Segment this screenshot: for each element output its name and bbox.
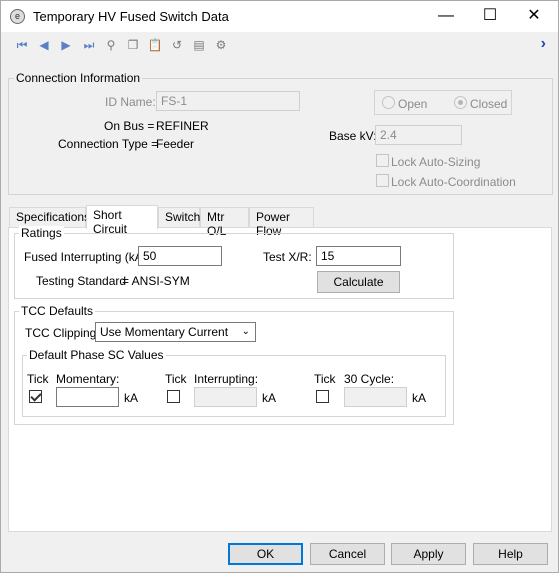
momentary-unit: kA <box>124 391 139 405</box>
id-name-field[interactable]: FS-1 <box>156 91 300 111</box>
closed-radio[interactable] <box>454 96 467 109</box>
base-kv-label: Base kV: <box>329 129 377 143</box>
tcc-clipping-label: TCC Clipping: <box>25 326 100 340</box>
tab-mtr-ol[interactable]: Mtr O/L <box>200 207 249 238</box>
test-xr-label: Test X/R: <box>263 250 312 264</box>
id-name-label: ID Name: <box>105 95 156 109</box>
tcc-defaults-legend: TCC Defaults <box>19 304 96 318</box>
tab-short-circuit[interactable]: Short Circuit <box>86 205 158 236</box>
apply-button[interactable]: Apply <box>391 543 466 565</box>
lock-auto-coordination-label: Lock Auto-Coordination <box>391 175 516 189</box>
ok-button[interactable]: OK <box>228 543 303 565</box>
tab-switch[interactable]: Switch <box>158 207 200 227</box>
test-xr-field[interactable]: 15 <box>316 246 401 266</box>
momentary-tick-checkbox[interactable] <box>29 390 42 403</box>
tab-power-flow[interactable]: Power Flow <box>249 207 314 238</box>
open-radio[interactable] <box>382 96 395 109</box>
tick-momentary-label: Tick <box>27 372 49 386</box>
cycle30-tick-checkbox[interactable] <box>316 390 329 403</box>
momentary-field[interactable] <box>56 387 119 407</box>
connection-info-legend: Connection Information <box>14 71 143 85</box>
cancel-button[interactable]: Cancel <box>310 543 385 565</box>
tcc-clipping-value: Use Momentary Current <box>100 325 229 339</box>
interrupting-unit: kA <box>262 391 277 405</box>
minimize-button[interactable]: — <box>424 1 468 32</box>
testing-standard-label: Testing Standard <box>36 274 127 288</box>
connection-type-value: Feeder <box>156 137 195 151</box>
save-library-icon[interactable]: ▤ <box>190 36 208 54</box>
default-phase-sc-legend: Default Phase SC Values <box>27 348 166 362</box>
toolbar: ⏮ ◀ ▶ ⏭ ⚲ ❐ 📋 ↺ ▤ ⚙ › <box>1 32 558 58</box>
tick-interrupting-label: Tick <box>165 372 187 386</box>
last-record-icon[interactable]: ⏭ <box>80 36 98 54</box>
next-record-icon[interactable]: ▶ <box>57 36 75 54</box>
cycle30-unit: kA <box>412 391 427 405</box>
fused-interrupting-label: Fused Interrupting (kA): <box>24 250 151 264</box>
interrupting-tick-checkbox[interactable] <box>167 390 180 403</box>
window-title: Temporary HV Fused Switch Data <box>33 9 229 24</box>
testing-standard-value: = ANSI-SYM <box>122 274 190 288</box>
on-bus-label: On Bus = <box>104 119 155 133</box>
lock-auto-sizing-label: Lock Auto-Sizing <box>391 155 481 169</box>
copy-icon[interactable]: ❐ <box>124 36 142 54</box>
next-page-icon[interactable]: › <box>541 35 546 53</box>
lock-auto-sizing-checkbox[interactable] <box>376 154 389 167</box>
cycle30-label: 30 Cycle: <box>344 372 395 386</box>
base-kv-field[interactable]: 2.4 <box>375 125 462 145</box>
settings-icon[interactable]: ⚙ <box>212 36 230 54</box>
lock-auto-coordination-checkbox[interactable] <box>376 174 389 187</box>
momentary-label: Momentary: <box>56 372 120 386</box>
default-phase-sc-group <box>22 355 446 417</box>
dialog-window: e Temporary HV Fused Switch Data — ☐ ✕ ⏮… <box>0 0 559 573</box>
app-icon: e <box>10 9 25 24</box>
first-record-icon[interactable]: ⏮ <box>13 36 31 54</box>
interrupting-field[interactable] <box>194 387 257 407</box>
calculate-button[interactable]: Calculate <box>317 271 400 293</box>
fused-interrupting-field[interactable]: 50 <box>138 246 222 266</box>
on-bus-value: REFINER <box>156 119 209 133</box>
close-button[interactable]: ✕ <box>512 1 556 32</box>
help-button[interactable]: Help <box>473 543 548 565</box>
previous-record-icon[interactable]: ◀ <box>35 36 53 54</box>
paste-icon[interactable]: 📋 <box>146 36 164 54</box>
cycle30-field[interactable] <box>344 387 407 407</box>
interrupting-label: Interrupting: <box>194 372 259 386</box>
open-label: Open <box>398 97 428 111</box>
maximize-button[interactable]: ☐ <box>468 1 512 32</box>
chevron-down-icon: ⌄ <box>241 326 250 337</box>
title-bar: e Temporary HV Fused Switch Data — ☐ ✕ <box>1 1 558 32</box>
ratings-legend: Ratings <box>19 226 64 240</box>
undo-icon[interactable]: ↺ <box>168 36 186 54</box>
find-icon[interactable]: ⚲ <box>102 36 120 54</box>
connection-type-label: Connection Type = <box>58 137 159 151</box>
tick-30cycle-label: Tick <box>314 372 336 386</box>
tab-specifications[interactable]: Specifications <box>9 207 90 227</box>
tcc-clipping-select[interactable]: Use Momentary Current ⌄ <box>95 322 256 342</box>
closed-label: Closed <box>470 97 508 111</box>
